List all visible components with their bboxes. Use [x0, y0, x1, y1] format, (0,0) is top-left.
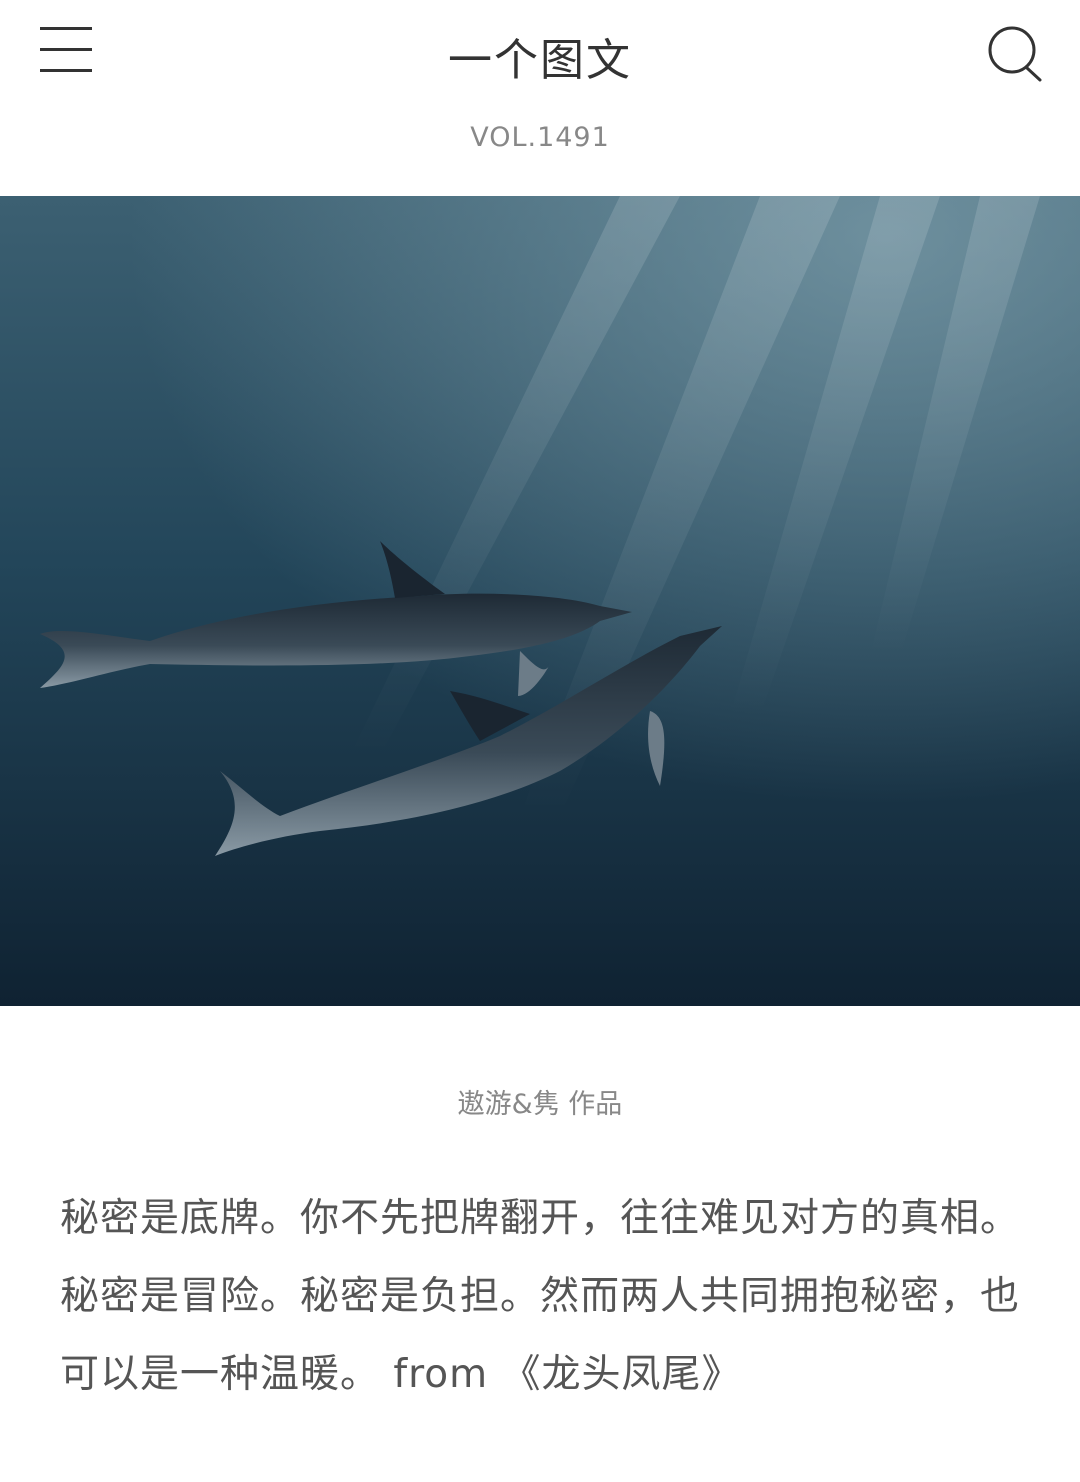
- author-credit: 遨游&隽 作品: [457, 1089, 623, 1120]
- page-title: 一个图文: [448, 35, 632, 86]
- search-icon: [988, 26, 1042, 82]
- volume-number: VOL.1491: [470, 122, 610, 153]
- menu-bar: [40, 26, 92, 30]
- top-bar: 一个图文: [0, 0, 1080, 100]
- search-button[interactable]: [982, 18, 1052, 88]
- quote-text: 秘密是底牌。你不先把牌翻开，往往难见对方的真相。秘密是冒险。秘密是负担。然而两人…: [60, 1196, 1021, 1397]
- menu-bar: [40, 47, 92, 51]
- menu-button[interactable]: [32, 14, 102, 84]
- featured-photo: [0, 196, 1080, 1006]
- menu-bar: [40, 68, 92, 72]
